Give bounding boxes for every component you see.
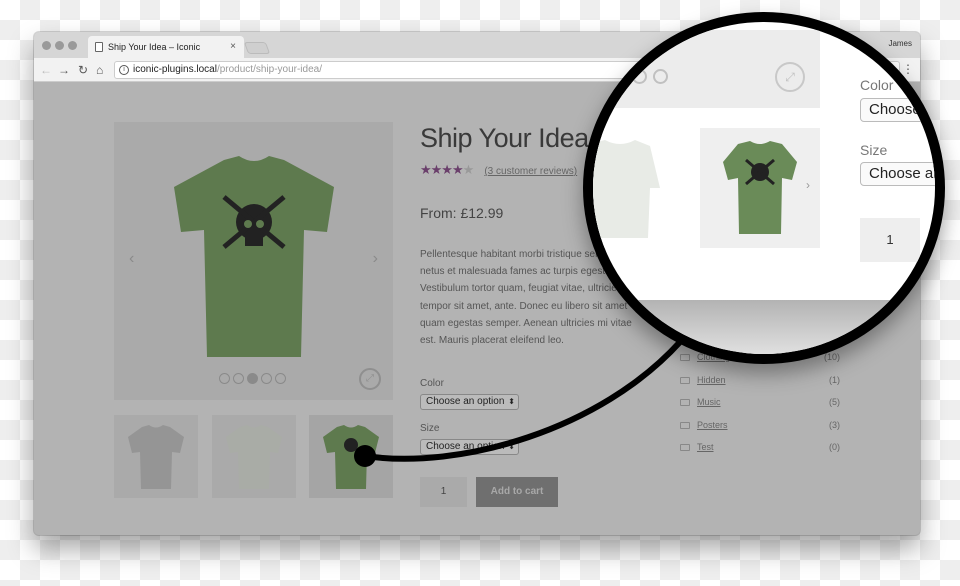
gallery-prev-arrow[interactable]: ‹ <box>129 250 134 268</box>
reload-icon[interactable]: ↻ <box>78 62 88 78</box>
product-title: Ship Your Idea <box>420 123 589 153</box>
magnified-toolbar <box>593 22 700 30</box>
back-icon[interactable]: ← <box>40 62 52 78</box>
minimize-window-button[interactable] <box>55 41 64 50</box>
magnified-next-arrow[interactable]: › <box>806 178 810 192</box>
magnified-size-label: Size <box>860 142 888 158</box>
tshirt-image <box>169 152 339 362</box>
category-list: Clothing(10) Hidden(1) Music(5) Posters(… <box>680 352 840 465</box>
add-to-cart-button[interactable]: Add to cart <box>476 477 558 507</box>
product-price: From: £12.99 <box>420 205 504 221</box>
white-shirt-graphic <box>226 425 282 489</box>
magnified-color-label: Color <box>860 77 894 93</box>
product-rating: ★★★★★ (3 customer reviews) <box>420 162 577 178</box>
thumbnail-white-shirt[interactable] <box>212 415 296 498</box>
magnified-dot-4[interactable] <box>632 69 647 84</box>
star-rating-icon: ★★★★★ <box>420 162 474 177</box>
folder-icon <box>680 444 690 451</box>
magnifier-lens: ⤢ › Color Choose an option Size Choose a… <box>583 12 945 364</box>
quantity-input[interactable]: 1 <box>420 477 467 507</box>
tshirt-graphic <box>174 156 334 357</box>
gallery-dot-3[interactable] <box>247 373 258 384</box>
new-tab-button[interactable] <box>243 42 271 54</box>
size-label: Size <box>420 423 440 434</box>
category-item[interactable]: Test (0) <box>680 442 840 465</box>
select-arrows-icon: ⬍ <box>508 442 515 451</box>
customer-reviews-link[interactable]: (3 customer reviews) <box>484 166 577 177</box>
category-item[interactable]: Posters (3) <box>680 420 840 443</box>
magnified-color-select[interactable]: Choose an option <box>860 98 935 122</box>
gallery-next-arrow[interactable]: › <box>373 250 378 268</box>
url-host: iconic-plugins.local <box>133 64 217 75</box>
size-select[interactable]: Choose an option ⬍ <box>420 439 519 455</box>
folder-open-icon <box>680 376 690 384</box>
color-select[interactable]: Choose an option ⬍ <box>420 394 519 410</box>
forward-icon[interactable]: → <box>58 62 70 78</box>
product-main-image[interactable]: ‹ › ⤢ <box>114 122 393 400</box>
close-window-button[interactable] <box>42 41 51 50</box>
select-arrows-icon: ⬍ <box>508 397 515 406</box>
gallery-dot-1[interactable] <box>219 373 230 384</box>
category-item[interactable]: Hidden (1) <box>680 375 840 398</box>
gallery-pagination <box>219 373 286 384</box>
green-shirt-graphic <box>323 425 379 489</box>
gallery-dot-2[interactable] <box>233 373 244 384</box>
magnified-thumbnail-white-shirt[interactable] <box>593 128 680 248</box>
magnified-thumbnail-green-shirt[interactable] <box>700 128 820 248</box>
gallery-dot-5[interactable] <box>275 373 286 384</box>
size-select-value: Choose an option <box>426 441 505 452</box>
home-icon[interactable]: ⌂ <box>96 62 103 78</box>
magnified-green-shirt <box>723 141 797 234</box>
magnified-dot-5[interactable] <box>653 69 668 84</box>
info-icon[interactable]: i <box>119 65 129 75</box>
grey-shirt-graphic <box>128 425 184 489</box>
tab-close-icon[interactable]: × <box>230 36 236 58</box>
tab-title: Ship Your Idea – Iconic <box>108 42 201 52</box>
browser-tab[interactable]: Ship Your Idea – Iconic × <box>88 36 244 58</box>
magnified-quantity-input[interactable]: 1 <box>860 218 920 262</box>
thumbnail-green-shirt[interactable] <box>309 415 393 498</box>
color-select-value: Choose an option <box>426 396 505 407</box>
folder-icon <box>680 421 690 429</box>
magnified-view: ⤢ › Color Choose an option Size Choose a… <box>593 22 935 354</box>
folder-icon <box>680 399 690 406</box>
color-label: Color <box>420 378 444 389</box>
magnified-shadow <box>593 300 920 354</box>
fullscreen-zoom-icon[interactable]: ⤢ <box>359 368 381 390</box>
category-item[interactable]: Music (5) <box>680 397 840 420</box>
magnified-zoom-icon[interactable]: ⤢ <box>775 62 805 92</box>
folder-icon <box>680 354 690 361</box>
page-icon <box>95 42 103 52</box>
magnified-size-select[interactable]: Choose an option <box>860 162 935 186</box>
thumbnail-grey-shirt[interactable] <box>114 415 198 498</box>
url-path: /product/ship-your-idea/ <box>216 64 322 75</box>
gallery-dot-4[interactable] <box>261 373 272 384</box>
maximize-window-button[interactable] <box>68 41 77 50</box>
magnified-white-shirt <box>593 140 660 238</box>
